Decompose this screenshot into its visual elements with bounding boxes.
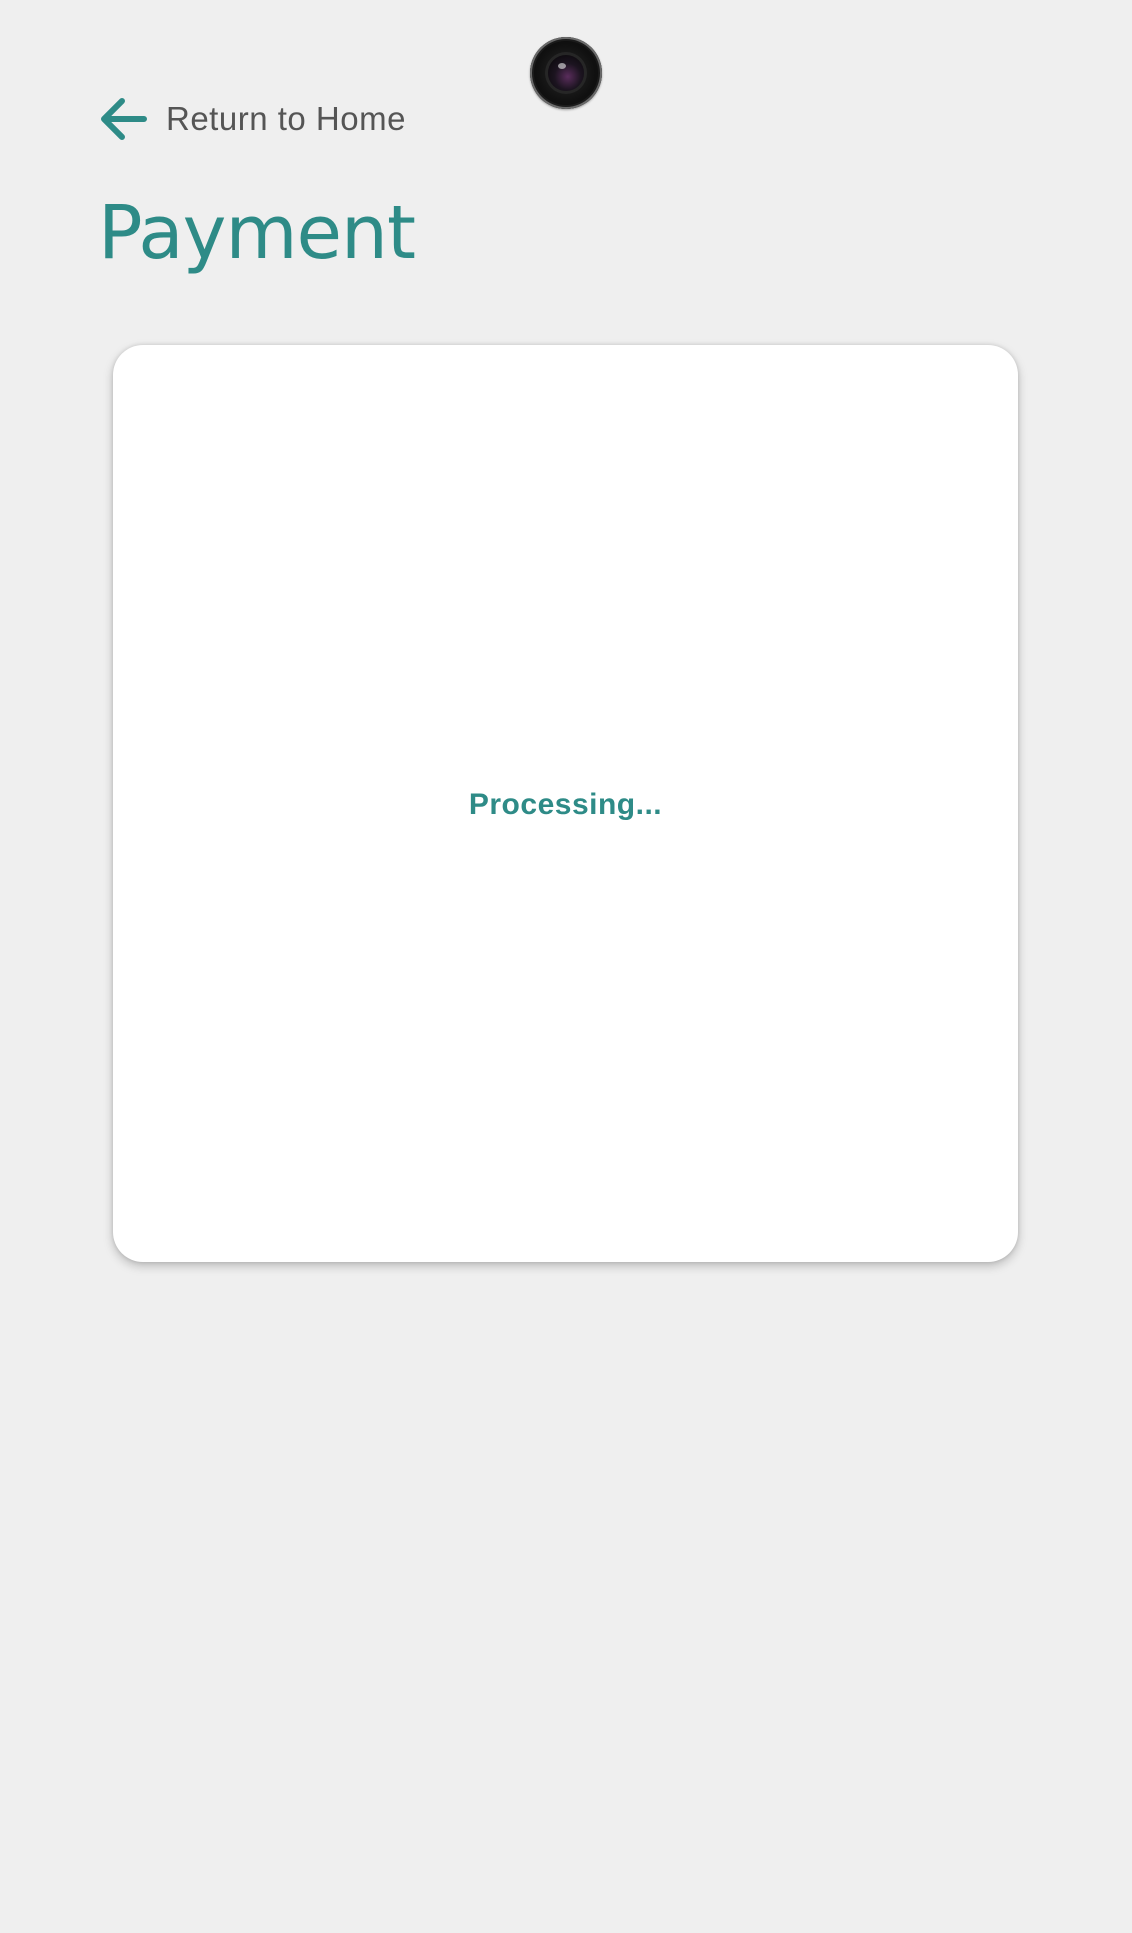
- arrow-left-icon: [101, 98, 147, 140]
- camera-glint: [558, 63, 566, 69]
- front-camera-icon: [530, 37, 602, 109]
- return-to-home-link[interactable]: Return to Home: [98, 94, 406, 144]
- payment-card: Processing...: [113, 345, 1018, 1262]
- return-to-home-label: Return to Home: [166, 100, 406, 137]
- processing-status: Processing...: [468, 787, 663, 821]
- camera-lens: [548, 55, 584, 91]
- page-title: Payment: [98, 190, 416, 276]
